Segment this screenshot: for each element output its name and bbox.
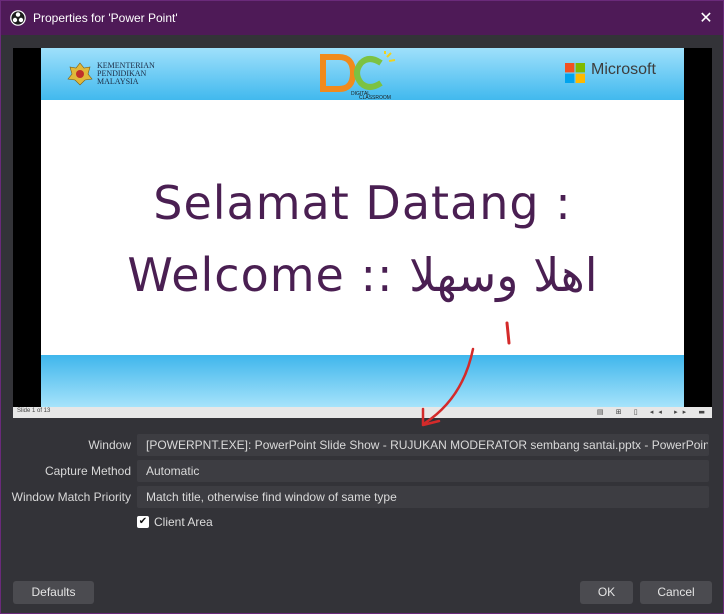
title-bar[interactable]: Properties for 'Power Point' ✕: [1, 1, 723, 35]
capture-method-value: Automatic: [146, 464, 200, 478]
microsoft-logo-icon: [565, 63, 585, 83]
client-area-label: Client Area: [154, 515, 213, 529]
moe-crest-icon: [67, 62, 93, 86]
capture-preview: KEMENTERIAN PENDIDIKAN MALAYSIA DIGITAL …: [13, 48, 712, 418]
slide-footer: [41, 355, 684, 407]
window-match-label: Window Match Priority: [11, 490, 131, 504]
microsoft-brand-text: Microsoft: [591, 61, 656, 78]
slide-title-line2: Welcome :: اهلا وسهلا: [127, 248, 598, 302]
digital-classroom-logo: DIGITAL CLASSROOM: [320, 51, 396, 99]
window-match-value: Match title, otherwise find window of sa…: [146, 490, 397, 504]
window-match-select[interactable]: Match title, otherwise find window of sa…: [137, 486, 709, 508]
slide-counter: Slide 1 of 13: [17, 408, 51, 414]
properties-dialog: Properties for 'Power Point' ✕ KEMENTERI…: [0, 0, 724, 614]
window-select-value: [POWERPNT.EXE]: PowerPoint Slide Show - …: [146, 438, 709, 452]
window-label: Window: [88, 438, 131, 452]
capture-method-select[interactable]: Automatic: [137, 460, 709, 482]
window-title: Properties for 'Power Point': [33, 11, 178, 25]
window-row: Window [POWERPNT.EXE]: PowerPoint Slide …: [1, 434, 724, 456]
slide-header: KEMENTERIAN PENDIDIKAN MALAYSIA DIGITAL …: [41, 48, 684, 100]
close-icon[interactable]: ✕: [697, 9, 715, 27]
obs-logo-icon: [10, 10, 26, 26]
capture-method-row: Capture Method Automatic: [1, 460, 724, 482]
cancel-button[interactable]: Cancel: [640, 581, 712, 604]
slide-title-line1: Selamat Datang :: [153, 176, 572, 230]
slide-preview: KEMENTERIAN PENDIDIKAN MALAYSIA DIGITAL …: [41, 48, 684, 407]
powerpoint-status-bar: Slide 1 of 13 ▤ ⊞ ▯ ◂◂ ▸▸ ▬: [13, 407, 712, 418]
window-match-row: Window Match Priority Match title, other…: [1, 486, 724, 508]
capture-method-label: Capture Method: [44, 464, 131, 478]
moe-org-text: KEMENTERIAN PENDIDIKAN MALAYSIA: [97, 61, 155, 86]
window-select[interactable]: [POWERPNT.EXE]: PowerPoint Slide Show - …: [137, 434, 709, 456]
view-controls: ▤ ⊞ ▯ ◂◂ ▸▸ ▬: [596, 408, 710, 416]
client-area-row[interactable]: ✔ Client Area: [137, 514, 213, 530]
ok-button[interactable]: OK: [580, 581, 633, 604]
defaults-button[interactable]: Defaults: [13, 581, 94, 604]
svg-text:CLASSROOM: CLASSROOM: [359, 95, 391, 99]
client-area-checkbox[interactable]: ✔: [137, 516, 149, 528]
